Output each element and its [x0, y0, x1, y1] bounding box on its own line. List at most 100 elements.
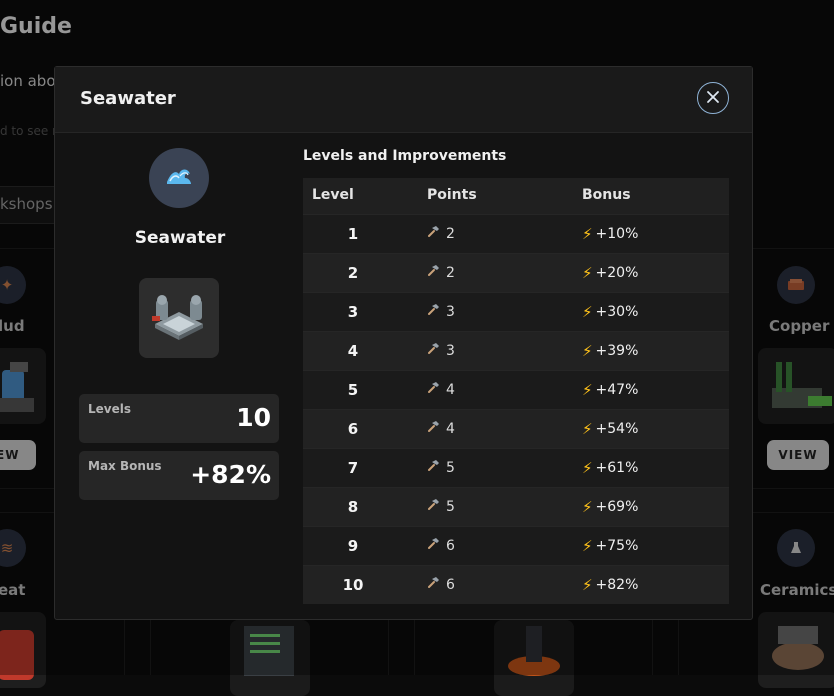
level-cell: 7 — [347, 459, 359, 477]
table-row: 10 6 ⚡ +82% — [303, 565, 729, 604]
points-cell: 2 — [427, 225, 455, 242]
table-row: 3 3 ⚡ +30% — [303, 292, 729, 331]
hammer-icon — [427, 342, 440, 359]
lightning-icon: ⚡ — [582, 537, 593, 555]
bonus-value: +69% — [595, 499, 639, 515]
points-value: 6 — [446, 576, 455, 593]
points-value: 5 — [446, 498, 455, 515]
bonus-cell: ⚡ +20% — [582, 264, 638, 282]
levels-table: Level Points Bonus 1 2 ⚡ +10% 2 2 ⚡ +20% 3 3 ⚡ +30%… — [303, 178, 729, 604]
bonus-value: +39% — [595, 343, 639, 359]
modal-header: Seawater — [55, 67, 752, 133]
table-header: Level Points Bonus — [303, 178, 729, 214]
max-bonus-value: +82% — [190, 460, 271, 489]
level-cell: 8 — [347, 498, 359, 516]
lightning-icon: ⚡ — [582, 342, 593, 360]
level-cell: 5 — [347, 381, 359, 399]
hammer-icon — [427, 381, 440, 398]
table-row: 8 5 ⚡ +69% — [303, 487, 729, 526]
hammer-icon — [427, 420, 440, 437]
level-cell: 2 — [347, 264, 359, 282]
levels-stat: Levels 10 — [79, 394, 279, 443]
table-row: 6 4 ⚡ +54% — [303, 409, 729, 448]
hammer-icon — [427, 537, 440, 554]
bonus-value: +10% — [595, 226, 639, 242]
item-name: Seawater — [134, 228, 226, 248]
points-value: 2 — [446, 264, 455, 281]
table-row: 2 2 ⚡ +20% — [303, 253, 729, 292]
points-value: 2 — [446, 225, 455, 242]
level-cell: 10 — [342, 576, 364, 594]
levels-value: 10 — [236, 403, 271, 432]
points-cell: 3 — [427, 303, 455, 320]
lightning-icon: ⚡ — [582, 420, 593, 438]
points-cell: 3 — [427, 342, 455, 359]
column-header-bonus: Bonus — [582, 187, 631, 203]
item-building-image — [139, 278, 219, 358]
bonus-cell: ⚡ +69% — [582, 498, 638, 516]
level-cell: 9 — [347, 537, 359, 555]
bonus-cell: ⚡ +39% — [582, 342, 638, 360]
table-row: 7 5 ⚡ +61% — [303, 448, 729, 487]
points-cell: 5 — [427, 498, 455, 515]
points-cell: 6 — [427, 576, 455, 593]
hammer-icon — [427, 576, 440, 593]
bonus-cell: ⚡ +82% — [582, 576, 638, 594]
bonus-value: +54% — [595, 421, 639, 437]
bonus-value: +75% — [595, 538, 639, 554]
bonus-cell: ⚡ +75% — [582, 537, 638, 555]
hammer-icon — [427, 459, 440, 476]
lightning-icon: ⚡ — [582, 381, 593, 399]
bonus-value: +61% — [595, 460, 639, 476]
section-title: Levels and Improvements — [303, 148, 507, 164]
bonus-cell: ⚡ +47% — [582, 381, 638, 399]
points-cell: 2 — [427, 264, 455, 281]
points-cell: 4 — [427, 381, 455, 398]
level-cell: 6 — [347, 420, 359, 438]
bonus-value: +30% — [595, 304, 639, 320]
bonus-value: +82% — [595, 577, 639, 593]
level-cell: 3 — [347, 303, 359, 321]
bonus-cell: ⚡ +61% — [582, 459, 638, 477]
points-cell: 4 — [427, 420, 455, 437]
max-bonus-label: Max Bonus — [88, 459, 162, 473]
close-icon — [706, 89, 720, 108]
column-header-points: Points — [427, 187, 477, 203]
points-value: 3 — [446, 303, 455, 320]
hammer-icon — [427, 303, 440, 320]
modal-title: Seawater — [80, 88, 176, 109]
hammer-icon — [427, 498, 440, 515]
points-value: 6 — [446, 537, 455, 554]
wave-icon — [164, 164, 194, 192]
table-row: 5 4 ⚡ +47% — [303, 370, 729, 409]
level-cell: 4 — [347, 342, 359, 360]
lightning-icon: ⚡ — [582, 576, 593, 594]
workshop-detail-modal: Seawater Seawater Levels 10 Max Bonus +8… — [54, 66, 753, 620]
column-header-level: Level — [312, 187, 354, 203]
bonus-cell: ⚡ +30% — [582, 303, 638, 321]
points-value: 5 — [446, 459, 455, 476]
levels-label: Levels — [88, 402, 132, 416]
level-cell: 1 — [347, 225, 359, 243]
close-button[interactable] — [697, 82, 729, 114]
bonus-value: +20% — [595, 265, 639, 281]
lightning-icon: ⚡ — [582, 225, 593, 243]
points-cell: 5 — [427, 459, 455, 476]
max-bonus-stat: Max Bonus +82% — [79, 451, 279, 500]
table-row: 9 6 ⚡ +75% — [303, 526, 729, 565]
lightning-icon: ⚡ — [582, 498, 593, 516]
hammer-icon — [427, 264, 440, 281]
hammer-icon — [427, 225, 440, 242]
points-value: 3 — [446, 342, 455, 359]
points-cell: 6 — [427, 537, 455, 554]
lightning-icon: ⚡ — [582, 303, 593, 321]
lightning-icon: ⚡ — [582, 459, 593, 477]
points-value: 4 — [446, 420, 455, 437]
item-icon-badge — [149, 148, 209, 208]
points-value: 4 — [446, 381, 455, 398]
table-row: 4 3 ⚡ +39% — [303, 331, 729, 370]
bonus-cell: ⚡ +10% — [582, 225, 638, 243]
lightning-icon: ⚡ — [582, 264, 593, 282]
bonus-value: +47% — [595, 382, 639, 398]
table-body: 1 2 ⚡ +10% 2 2 ⚡ +20% 3 3 ⚡ +30% 4 3 ⚡ +39% 5 4 ⚡ +47% 6 4 ⚡ +5… — [303, 214, 729, 604]
